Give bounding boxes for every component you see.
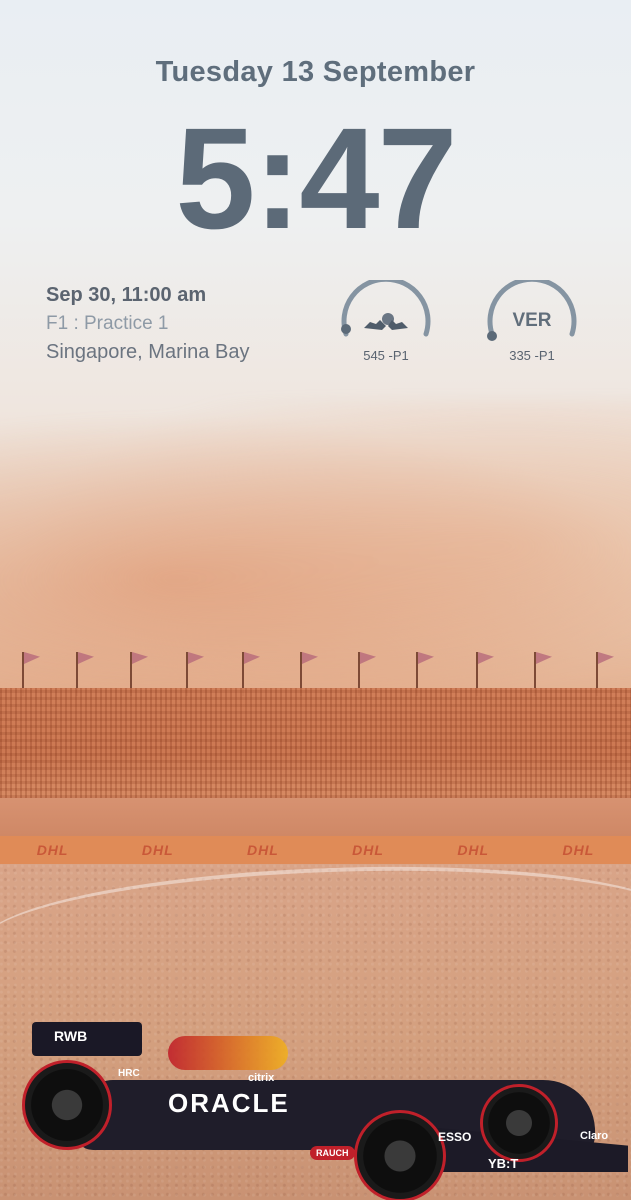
event-title: F1 : Practice 1 [46,313,169,334]
red-bull-livery [168,1036,288,1070]
dhl-logo: DHL [352,842,384,858]
oracle-logo: ORACLE [168,1088,290,1118]
bybit-logo: YB:T [488,1156,519,1171]
lock-screen-clock: 5:47 [175,98,457,259]
citrix-logo: citrix [248,1072,275,1084]
claro-logo: Claro [580,1130,609,1142]
event-time: Sep 30, 11:00 am [46,284,207,306]
lock-screen-date: Tuesday 13 September [155,56,476,88]
dhl-logo: DHL [141,842,174,858]
hrc-logo: HRC [118,1068,140,1079]
rauch-logo: RAUCH [310,1146,355,1160]
far-front-wheel [480,1084,558,1162]
team-points: 545 -P1 [363,348,409,363]
rear-wheel [22,1060,112,1150]
dhl-logo: DHL [457,842,490,858]
driver-points: 335 -P1 [509,348,555,363]
track-wall [0,798,631,836]
dhl-logo: DHL [562,842,595,858]
dhl-advert-band: DHL DHL DHL DHL DHL DHL [0,836,631,864]
red-bull-icon [360,310,412,334]
esso-logo: ESSO [438,1130,472,1144]
driver-code: VER [512,310,552,331]
constructor-standings-widget[interactable]: 545 -P1 [338,280,434,370]
grandstand-crowd [0,688,631,798]
dhl-logo: DHL [36,842,69,858]
calendar-widget[interactable]: Sep 30, 11:00 am F1 : Practice 1 Singapo… [46,284,249,364]
f1-car: RWB HRC citrix ORACLE RAUCH ESSO YB:T Cl… [18,1018,630,1200]
dhl-logo: DHL [247,842,279,858]
front-wheel [354,1110,446,1200]
event-location: Singapore, Marina Bay [46,341,250,363]
rear-wing-logo: RWB [54,1028,88,1044]
driver-standings-widget[interactable]: VER 335 -P1 [484,280,580,370]
